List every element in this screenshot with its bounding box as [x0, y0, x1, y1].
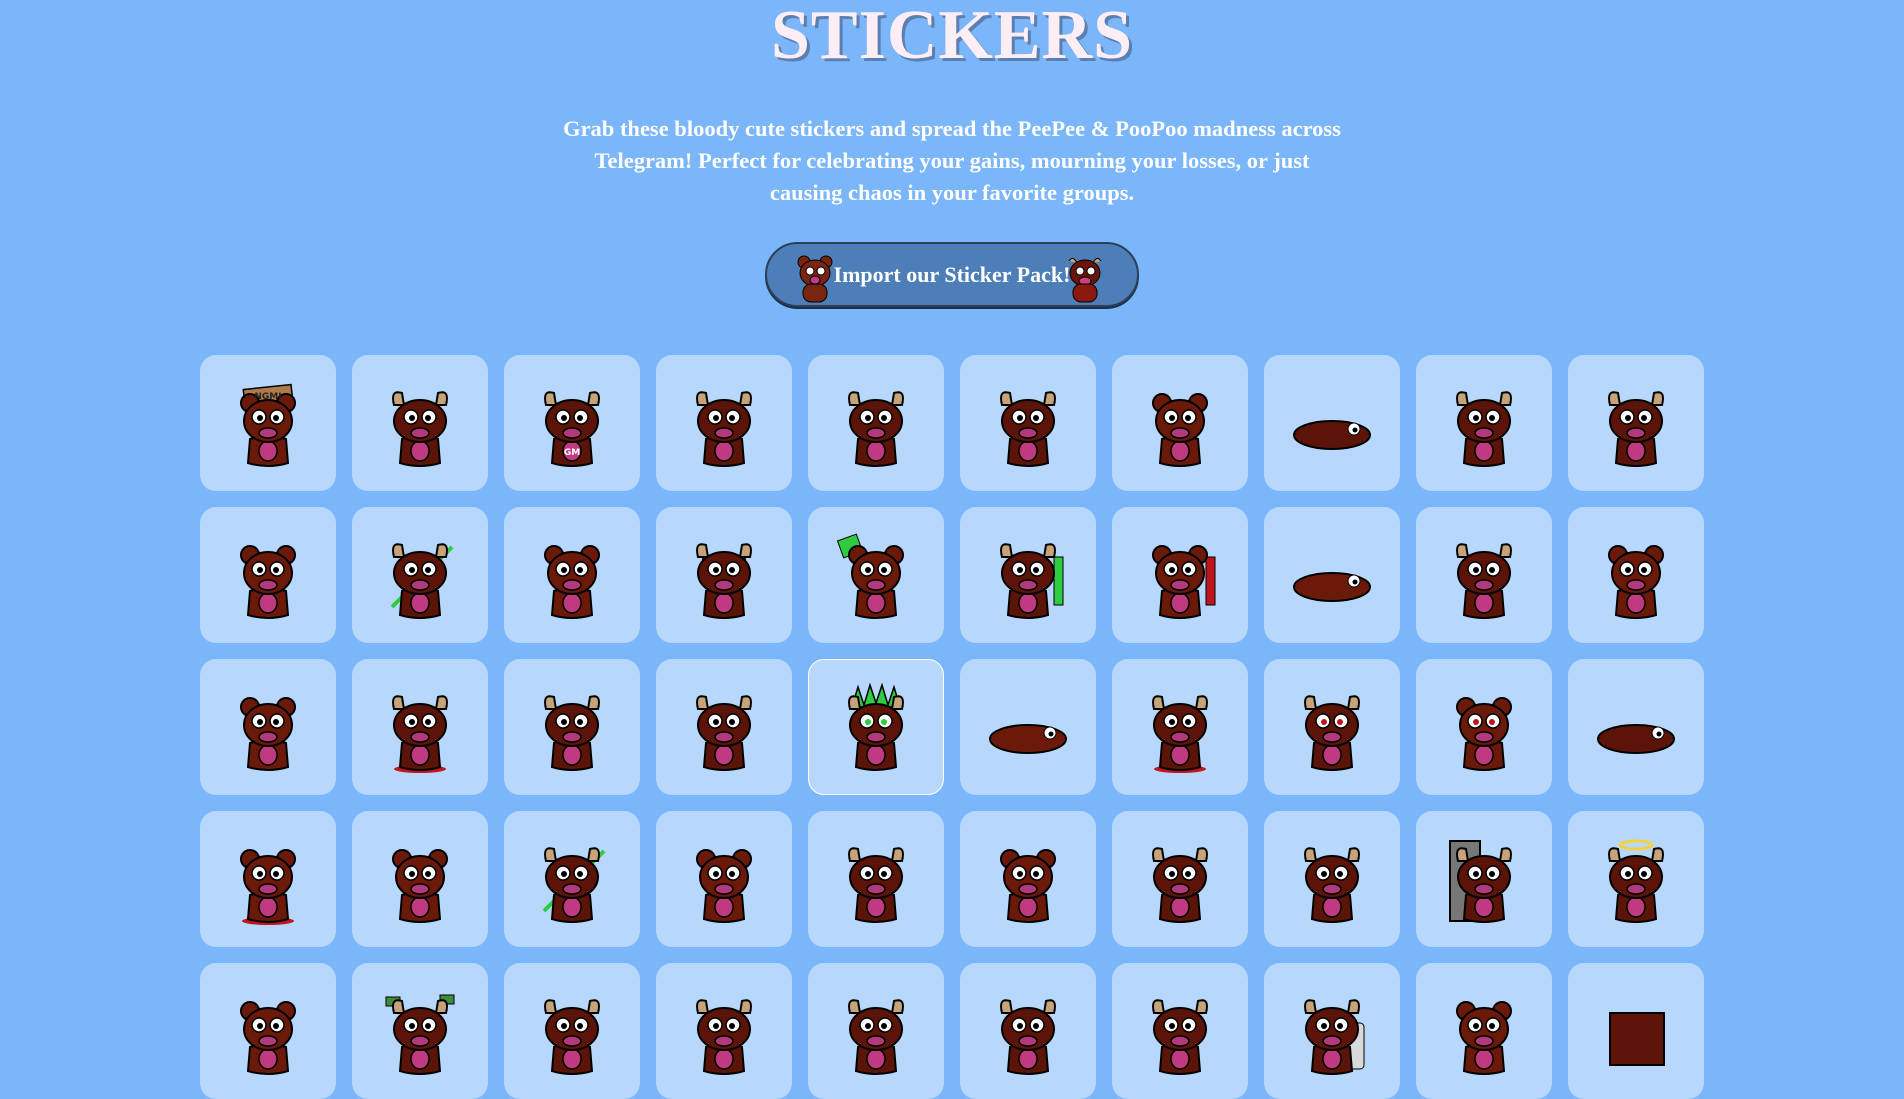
sticker-tile[interactable]	[352, 507, 488, 643]
import-button-label: Import our Sticker Pack!	[833, 261, 1071, 287]
sticker-tile[interactable]	[1112, 659, 1248, 795]
bear-antenna-sticker	[696, 849, 752, 923]
sticker-tile[interactable]	[808, 811, 944, 947]
bear-duo-sticker	[240, 697, 296, 771]
bear-pipe-sticker	[240, 1001, 296, 1075]
sticker-tile[interactable]	[504, 507, 640, 643]
bull-facepalm-sticker	[1000, 999, 1056, 1075]
sticker-tile[interactable]	[1416, 507, 1552, 643]
bear-gun-sticker	[1456, 1001, 1512, 1075]
sticker-tile[interactable]	[1264, 355, 1400, 491]
sticker-tile[interactable]	[656, 507, 792, 643]
bull-lying-blood-sticker	[1597, 724, 1675, 754]
bull-gm-sticker: GM	[544, 391, 600, 467]
sticker-tile[interactable]	[1264, 507, 1400, 643]
sticker-tile[interactable]	[200, 811, 336, 947]
bull-bloody-duo-sticker	[1152, 695, 1208, 773]
bull-mascot-icon	[1068, 257, 1102, 303]
bear-back-sticker	[1000, 849, 1056, 923]
bull-angry-2-sticker	[696, 695, 752, 771]
sticker-sign-text: GM	[564, 448, 580, 458]
bear-falling-sticker	[544, 545, 600, 619]
bull-laugh-sticker	[696, 999, 752, 1075]
sticker-tile[interactable]	[1112, 811, 1248, 947]
sticker-tile[interactable]	[504, 811, 640, 947]
bull-phone-sticker	[392, 391, 448, 467]
bull-tongue-sticker	[848, 999, 904, 1075]
bear-red-eyes-sticker	[1456, 697, 1512, 771]
bull-red-eyes-sticker	[1304, 695, 1360, 771]
bull-wave-sticker	[848, 847, 904, 923]
bull-money-sticker	[385, 994, 455, 1075]
bear-flag-sticker	[836, 533, 904, 619]
sticker-tile[interactable]	[352, 811, 488, 947]
sticker-tile[interactable]	[1568, 811, 1704, 947]
bull-ninja-sticker	[696, 543, 752, 619]
bull-sunglasses-sticker	[696, 391, 752, 467]
sticker-tile[interactable]	[1568, 355, 1704, 491]
bull-door-sticker	[1449, 840, 1512, 923]
bull-magnifier-sticker	[1152, 847, 1208, 923]
bull-coffee-sticker	[544, 999, 600, 1075]
bull-shocked-sticker	[390, 543, 454, 619]
bull-green-candle-sticker	[1000, 543, 1064, 619]
sticker-grid: NGMI GM	[200, 355, 1704, 1099]
sticker-tile[interactable]	[1568, 507, 1704, 643]
sticker-tile[interactable]	[960, 507, 1096, 643]
page-description: Grab these bloody cute stickers and spre…	[563, 116, 1341, 205]
sticker-tile[interactable]: GM	[504, 355, 640, 491]
sticker-tile[interactable]	[656, 355, 792, 491]
lying-vape-sticker	[1293, 420, 1371, 450]
sticker-tile[interactable]	[504, 659, 640, 795]
sticker-tile[interactable]	[1264, 659, 1400, 795]
bull-angry-sticker	[544, 695, 600, 771]
bear-ngmi-sign-sticker: NGMI	[240, 383, 296, 467]
bull-grin-sticker	[1608, 391, 1664, 467]
sticker-tile[interactable]	[1416, 811, 1552, 947]
sticker-tile[interactable]	[656, 811, 792, 947]
sticker-tile[interactable]: NGMI	[200, 355, 336, 491]
bull-smug-sticker	[1000, 391, 1056, 467]
bull-green-stick-sticker	[542, 847, 606, 923]
hairy-face-sticker	[1152, 393, 1208, 467]
sticker-tile[interactable]	[1264, 811, 1400, 947]
bull-blank-sticker	[1152, 999, 1208, 1075]
bear-mascot-icon	[797, 255, 833, 303]
bear-peek-sticker	[240, 545, 296, 619]
sticker-tile[interactable]	[200, 659, 336, 795]
bull-bleeding-sticker	[392, 695, 448, 773]
bull-green-crown-sticker	[848, 682, 904, 771]
sticker-tile[interactable]	[1416, 659, 1552, 795]
bull-hug-sticker	[1456, 543, 1512, 619]
sticker-tile[interactable]	[960, 811, 1096, 947]
bear-red-candle-sticker	[1152, 545, 1216, 619]
sticker-tile[interactable]	[960, 355, 1096, 491]
sticker-tile[interactable]	[1568, 659, 1704, 795]
sticker-tile[interactable]	[1112, 355, 1248, 491]
sticker-tile[interactable]	[808, 355, 944, 491]
page-title: STICKERS	[770, 0, 1134, 74]
bull-fingers-sticker	[1304, 847, 1360, 923]
sticker-tile[interactable]	[352, 355, 488, 491]
import-sticker-pack-button[interactable]: Import our Sticker Pack!	[765, 242, 1139, 307]
bull-smoking-sticker	[848, 391, 904, 467]
bull-knife-sticker	[1456, 391, 1512, 467]
sticker-tile[interactable]	[1112, 507, 1248, 643]
bear-bloody-duo-sticker	[240, 849, 296, 925]
bull-box-sticker	[1609, 1012, 1665, 1066]
bear-army-sticker	[392, 849, 448, 923]
sticker-tile[interactable]	[808, 659, 944, 795]
sticker-tile[interactable]	[200, 507, 336, 643]
bear-hug-sticker	[1608, 545, 1664, 619]
sticker-tile[interactable]	[352, 659, 488, 795]
bull-bottle-sticker	[1304, 999, 1365, 1075]
sticker-tile[interactable]	[656, 659, 792, 795]
sticker-tile[interactable]	[1416, 355, 1552, 491]
sticker-tile[interactable]	[808, 507, 944, 643]
bear-lying-sticker	[989, 724, 1067, 754]
sticker-sign-text: NGMI	[254, 392, 281, 402]
sticker-tile[interactable]	[960, 659, 1096, 795]
bull-halo-sticker	[1608, 839, 1664, 923]
bear-lying-needle-sticker	[1293, 572, 1371, 602]
